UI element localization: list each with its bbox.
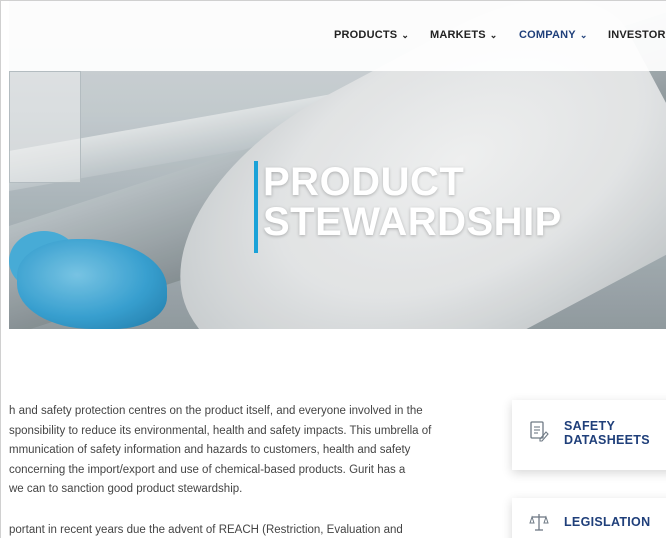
chevron-down-icon: ⌄ (579, 30, 588, 40)
page-title-line1: PRODUCT (263, 160, 465, 204)
nav-label-company: COMPANY (519, 29, 576, 41)
hero-title-accent-bar (254, 161, 258, 253)
text-line: concerning the import/export and use of … (9, 463, 406, 476)
page-title: PRODUCT STEWARDSHIP (263, 162, 562, 242)
text-line: portant in recent years due the advent o… (9, 524, 403, 536)
intro-paragraph: h and safety protection centres on the p… (9, 402, 431, 500)
nav-label-products: PRODUCTS (334, 29, 398, 41)
second-paragraph: portant in recent years due the advent o… (9, 521, 403, 538)
page-frame: PRODUCTS⌄ MARKETS⌄ COMPANY⌄ INVESTORS PR… (0, 0, 666, 538)
text-line: mmunication of safety information and ha… (9, 444, 411, 456)
safety-datasheets-link[interactable]: SAFETY DATASHEETS (512, 400, 666, 470)
nav-item-investors[interactable]: INVESTORS (608, 29, 666, 41)
nav-item-products[interactable]: PRODUCTS ⌄ (334, 29, 409, 41)
chevron-down-icon: ⌄ (489, 30, 498, 40)
label-line: DATASHEETS (564, 433, 650, 447)
nav-label-investors: INVESTORS (608, 29, 666, 41)
text-line: sponsibility to reduce its environmental… (9, 424, 432, 437)
nav-label-markets: MARKETS (430, 29, 486, 41)
label-line: LEGISLATION (564, 515, 651, 529)
label-line: SAFETY (564, 419, 616, 433)
legislation-label: LEGISLATION (564, 515, 650, 529)
page-title-line2: STEWARDSHIP (263, 200, 562, 244)
text-line: we can to sanction good product stewards… (9, 483, 243, 495)
main-navigation: PRODUCTS⌄ MARKETS⌄ COMPANY⌄ INVESTORS (9, 1, 666, 71)
text-line: h and safety protection centres on the p… (9, 405, 423, 417)
scales-icon (529, 514, 549, 531)
nav-item-markets[interactable]: MARKETS ⌄ (430, 29, 498, 41)
safety-datasheets-label: SAFETY DATASHEETS (564, 419, 650, 447)
document-edit-icon (530, 421, 549, 442)
legislation-link[interactable]: LEGISLATION (512, 498, 666, 538)
nav-item-company[interactable]: COMPANY ⌄ (519, 29, 588, 41)
chevron-down-icon: ⌄ (401, 30, 410, 40)
